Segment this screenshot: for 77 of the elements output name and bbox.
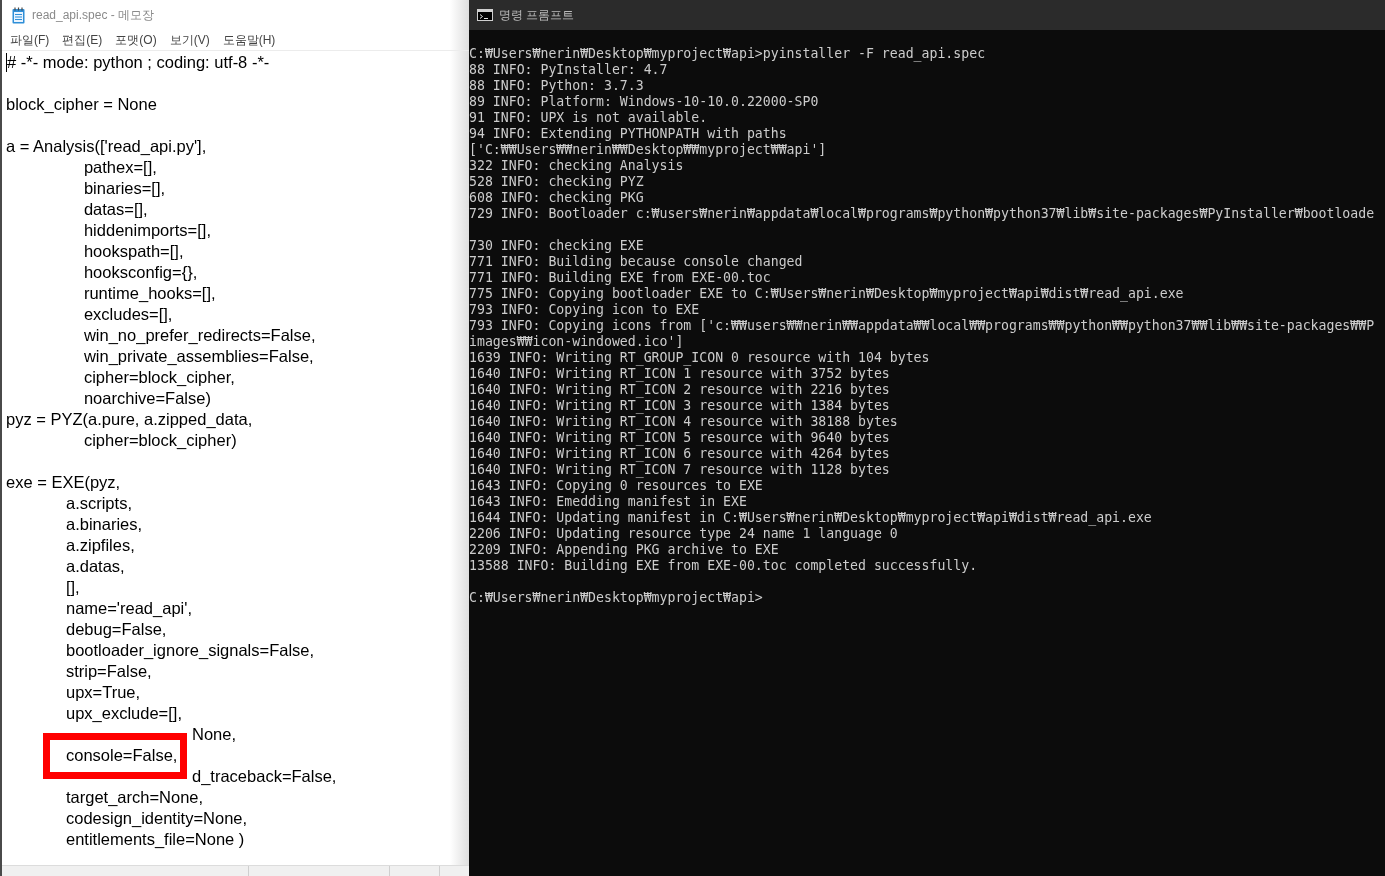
menu-item[interactable]: 포맷(O)	[112, 30, 160, 50]
console-line: 88 INFO: Python: 3.7.3	[469, 78, 644, 93]
code-line: hiddenimports=[],	[83, 221, 211, 239]
console-line: 608 INFO: checking PKG	[469, 190, 644, 205]
console-line: 13588 INFO: Building EXE from EXE-00.toc completed successfully.	[469, 558, 978, 573]
code-line: strip=False,	[65, 662, 152, 680]
code-line: upx_exclude=[],	[65, 704, 182, 722]
console-line: 94 INFO: Extending PYTHONPATH with paths	[469, 126, 787, 141]
code-line: None,	[192, 725, 237, 743]
console-line: 729 INFO: Bootloader c:₩users₩nerin₩appdata₩local₩programs₩python₩python37₩lib₩site-packages₩PyInstaller₩bootloade	[469, 206, 1375, 221]
code-line: pyz = PYZ(a.pure, a.zipped_data,	[6, 410, 253, 428]
code-line: codesign_identity=None,	[65, 809, 248, 827]
code-line: bootloader_ignore_signals=False,	[65, 641, 315, 659]
code-line: debug=False,	[65, 620, 167, 638]
console-line: 793 INFO: Copying icons from ['c:₩₩users₩₩nerin₩₩appdata₩₩local₩₩programs₩₩python₩₩python37₩₩lib₩₩site-packages₩₩P	[469, 318, 1375, 333]
console-line: images₩₩icon-windowed.ico']	[469, 334, 684, 349]
console-line: 1640 INFO: Writing RT_ICON 3 resource with 1384 bytes	[469, 398, 890, 413]
code-line: block_cipher = None	[6, 95, 157, 113]
console-line: 1640 INFO: Writing RT_ICON 7 resource with 1128 bytes	[469, 462, 890, 477]
code-line: pathex=[],	[83, 158, 157, 176]
menu-item[interactable]: 파일(F)	[7, 30, 53, 50]
code-line: a.zipfiles,	[65, 536, 135, 554]
code-line: hooksconfig={},	[83, 263, 198, 281]
code-line: exe = EXE(pyz,	[6, 473, 121, 491]
window-title: 명령 프롬프트	[499, 6, 575, 24]
code-line: cipher=block_cipher)	[83, 431, 237, 449]
code-line: runtime_hooks=[],	[83, 284, 216, 302]
menu-item[interactable]: 편집(E)	[59, 30, 106, 50]
code-line: excludes=[],	[83, 305, 173, 323]
console-line: 775 INFO: Copying bootloader EXE to C:₩Users₩nerin₩Desktop₩myproject₩api₩dist₩read_api.exe	[469, 286, 1184, 301]
menu-item[interactable]: 도움말(H)	[219, 30, 279, 50]
console-line: 1643 INFO: Emedding manifest in EXE	[469, 494, 747, 509]
code-line: a = Analysis(['read_api.py'],	[6, 137, 207, 155]
notepad-icon	[12, 6, 25, 24]
code-line: name='read_api',	[65, 599, 192, 617]
console-line: 1640 INFO: Writing RT_ICON 1 resource with 3752 bytes	[469, 366, 890, 381]
code-line: a.binaries,	[65, 515, 143, 533]
console-line: C:₩Users₩nerin₩Desktop₩myproject₩api>	[469, 590, 763, 605]
code-line: upx=True,	[65, 683, 141, 701]
code-line: # -*- mode: python ; coding: utf-8 -*-	[7, 53, 270, 71]
code-line: a.datas,	[65, 557, 125, 575]
console-line: 2209 INFO: Appending PKG archive to EXE	[469, 542, 779, 557]
window-title: read_api.spec - 메모장	[32, 6, 155, 24]
code-line: d_traceback=False,	[192, 767, 337, 785]
code-line: win_private_assemblies=False,	[83, 347, 314, 365]
console-line: 2206 INFO: Updating resource type 24 name 1 language 0	[469, 526, 898, 541]
console-line: C:₩Users₩nerin₩Desktop₩myproject₩api>pyinstaller -F read_api.spec	[469, 46, 986, 61]
console-line: 771 INFO: Building EXE from EXE-00.toc	[469, 270, 771, 285]
code-line: entitlements_file=None )	[65, 830, 245, 848]
code-line: a.scripts,	[65, 494, 132, 512]
console-line: 88 INFO: PyInstaller: 4.7	[469, 62, 668, 77]
console-line: 793 INFO: Copying icon to EXE	[469, 302, 700, 317]
console-line: 1640 INFO: Writing RT_ICON 5 resource with 9640 bytes	[469, 430, 890, 445]
code-line: datas=[],	[83, 200, 148, 218]
code-line: hookspath=[],	[83, 242, 184, 260]
console-line: ['C:₩₩Users₩₩nerin₩₩Desktop₩₩myproject₩₩api']	[469, 142, 827, 157]
code-line: binaries=[],	[83, 179, 166, 197]
console-line: 1643 INFO: Copying 0 resources to EXE	[469, 478, 763, 493]
terminal-icon	[477, 9, 493, 21]
console-line: 1640 INFO: Writing RT_ICON 4 resource with 38188 bytes	[469, 414, 898, 429]
console-line: 1644 INFO: Updating manifest in C:₩Users₩nerin₩Desktop₩myproject₩api₩dist₩read_api.exe	[469, 510, 1152, 525]
console-line: 528 INFO: checking PYZ	[469, 174, 644, 189]
console-line: 730 INFO: checking EXE	[469, 238, 644, 253]
console-line: 91 INFO: UPX is not available.	[469, 110, 708, 125]
code-line: cipher=block_cipher,	[83, 368, 235, 386]
code-line: win_no_prefer_redirects=False,	[83, 326, 316, 344]
console-line: 322 INFO: checking Analysis	[469, 158, 684, 173]
console-line: 89 INFO: Platform: Windows-10-10.0.22000-SP0	[469, 94, 819, 109]
menu-item[interactable]: 보기(V)	[166, 30, 213, 50]
console-line: 1640 INFO: Writing RT_ICON 6 resource with 4264 bytes	[469, 446, 890, 461]
console-line: 1640 INFO: Writing RT_ICON 2 resource with 2216 bytes	[469, 382, 890, 397]
console-line: 771 INFO: Building because console changed	[469, 254, 803, 269]
code-line: target_arch=None,	[65, 788, 204, 806]
code-line: [],	[65, 578, 80, 596]
console-line: 1639 INFO: Writing RT_GROUP_ICON 0 resource with 104 bytes	[469, 350, 930, 365]
code-line: noarchive=False)	[83, 389, 211, 407]
code-line: console=False,	[65, 746, 178, 764]
